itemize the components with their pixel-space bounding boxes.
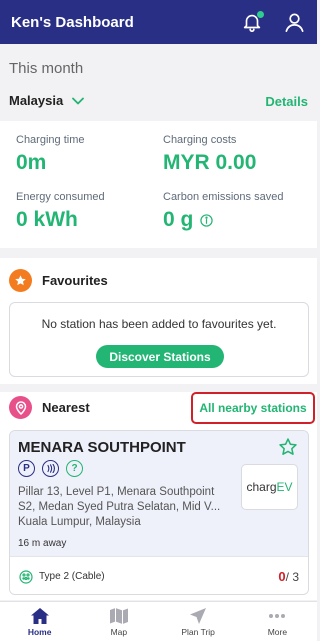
details-link[interactable]: Details	[265, 94, 308, 109]
tab-label: Plan Trip	[181, 626, 215, 637]
stat-value: 0 g	[163, 208, 194, 231]
bottom-tab-bar: Home Map Plan Trip More	[0, 601, 317, 641]
amenities: P ?	[18, 460, 90, 477]
station-card[interactable]: MENARA SOUTHPOINT P ? Pillar 13, Level P…	[9, 430, 309, 595]
notification-dot	[257, 11, 264, 18]
stat-charging-costs: Charging costs MYR 0.00	[163, 134, 256, 175]
stat-carbon-saved: Carbon emissions saved 0 g	[163, 191, 283, 232]
notifications-bell-icon[interactable]	[239, 9, 265, 35]
location-pin-badge-icon	[9, 396, 32, 419]
profile-icon[interactable]	[281, 9, 307, 35]
region-selector[interactable]: Malaysia	[9, 93, 85, 108]
operator-logo-text: charg	[246, 480, 277, 494]
favourites-header: Favourites	[9, 269, 108, 292]
month-section: This month Malaysia Details	[0, 44, 317, 121]
stat-label: Charging costs	[163, 134, 237, 146]
star-badge-icon	[9, 269, 32, 292]
nearest-title: Nearest	[42, 400, 90, 415]
chevron-down-icon	[72, 97, 85, 105]
discover-stations-button[interactable]: Discover Stations	[96, 345, 224, 368]
stat-value-row: 0 g	[163, 208, 283, 232]
connector-available-count: 0	[278, 569, 286, 584]
app-header: Ken's Dashboard	[0, 0, 317, 44]
tab-home[interactable]: Home	[0, 602, 79, 641]
connector-row: Type 2 (Cable) 0 / 3	[10, 556, 308, 594]
tab-label: Home	[27, 626, 52, 637]
all-nearby-stations-link[interactable]: All nearby stations	[191, 392, 315, 424]
favourites-section: Favourites No station has been added to …	[0, 258, 317, 384]
info-icon[interactable]	[200, 213, 214, 227]
stat-label: Carbon emissions saved	[163, 191, 284, 203]
tab-map[interactable]: Map	[79, 602, 158, 641]
stat-charging-time: Charging time 0m	[16, 134, 84, 175]
favourites-empty-text: No station has been added to favourites …	[41, 317, 277, 331]
operator-logo: charg EV	[241, 464, 298, 510]
stat-value: 0 kWh	[16, 208, 78, 231]
stat-value: 0m	[16, 151, 47, 174]
parking-icon: P	[18, 460, 35, 477]
favourites-empty-card: No station has been added to favourites …	[9, 302, 309, 377]
tab-label: More	[267, 626, 288, 637]
station-distance: 16 m away	[18, 538, 67, 549]
stat-label: Charging time	[16, 134, 85, 146]
stat-label: Energy consumed	[16, 191, 105, 203]
nearest-header: Nearest	[9, 396, 90, 419]
tab-more[interactable]: More	[238, 602, 317, 641]
page-title: Ken's Dashboard	[11, 13, 134, 31]
station-address: Pillar 13, Level P1, Menara Southpoint S…	[18, 486, 221, 528]
stat-value: MYR 0.00	[163, 151, 257, 174]
map-icon	[109, 607, 128, 624]
station-name: MENARA SOUTHPOINT	[18, 439, 186, 456]
favourite-star-icon[interactable]	[278, 437, 298, 462]
tab-label: Map	[110, 626, 128, 637]
nearest-section: Nearest All nearby stations MENARA SOUTH…	[0, 392, 317, 600]
region-label: Malaysia	[9, 93, 64, 108]
help-icon: ?	[66, 460, 83, 477]
station-info: MENARA SOUTHPOINT P ? Pillar 13, Level P…	[10, 431, 308, 556]
contactless-icon	[42, 460, 59, 477]
more-icon	[269, 613, 286, 618]
stats-panel: Charging time 0m Charging costs MYR 0.00…	[0, 121, 317, 248]
operator-logo-accent: EV	[276, 480, 293, 494]
connector-total-count: / 3	[285, 569, 299, 584]
type2-connector-icon	[19, 569, 33, 584]
month-title: This month	[9, 60, 84, 77]
navigation-icon	[190, 607, 207, 624]
tab-plan-trip[interactable]: Plan Trip	[159, 602, 238, 641]
home-icon	[30, 607, 49, 624]
stat-energy-consumed: Energy consumed 0 kWh	[16, 191, 105, 232]
connector-type: Type 2 (Cable)	[39, 571, 105, 582]
favourites-title: Favourites	[42, 273, 108, 288]
